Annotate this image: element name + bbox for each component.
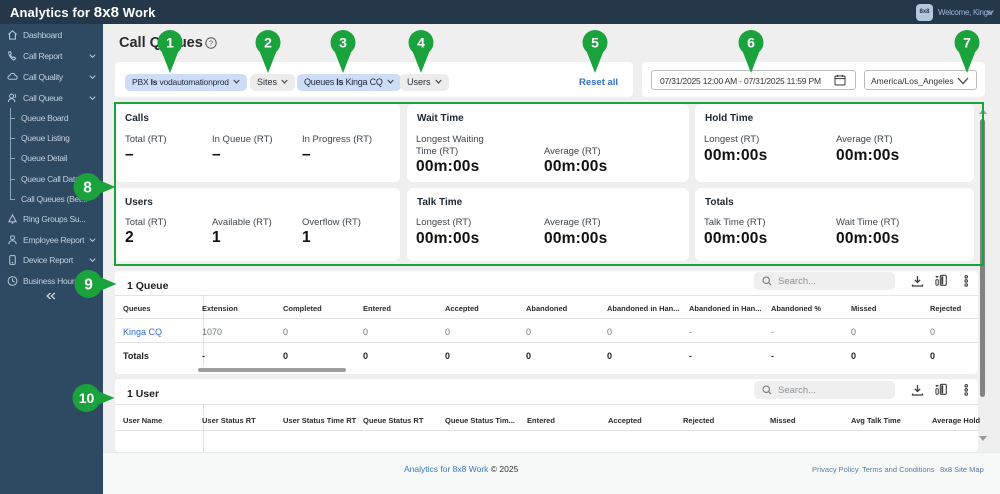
svg-text:4: 4 [417, 35, 425, 51]
svg-text:1: 1 [166, 35, 174, 51]
svg-text:3: 3 [339, 35, 347, 51]
svg-text:2: 2 [264, 35, 272, 51]
svg-text:5: 5 [591, 35, 599, 51]
svg-text:10: 10 [79, 390, 95, 406]
svg-text:9: 9 [84, 277, 93, 294]
svg-text:6: 6 [747, 35, 755, 51]
svg-text:7: 7 [963, 35, 971, 51]
svg-text:8: 8 [83, 180, 92, 197]
svg-text:?: ? [209, 39, 213, 48]
